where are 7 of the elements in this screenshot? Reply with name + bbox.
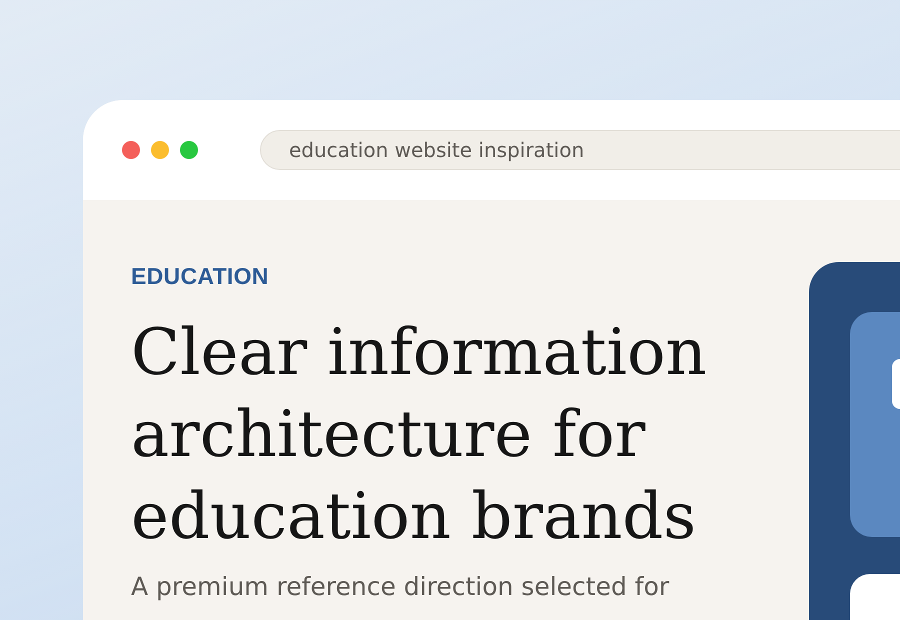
- category-label: EDUCATION: [131, 262, 270, 290]
- hero-lead: A premium reference direction selected for: [131, 572, 670, 601]
- address-field[interactable]: education website inspiration: [260, 130, 900, 170]
- minimize-dot-icon[interactable]: [151, 141, 169, 159]
- maximize-dot-icon[interactable]: [180, 141, 198, 159]
- hero-heading: Clear information architecture for education brands: [131, 315, 708, 556]
- close-dot-icon[interactable]: [122, 141, 140, 159]
